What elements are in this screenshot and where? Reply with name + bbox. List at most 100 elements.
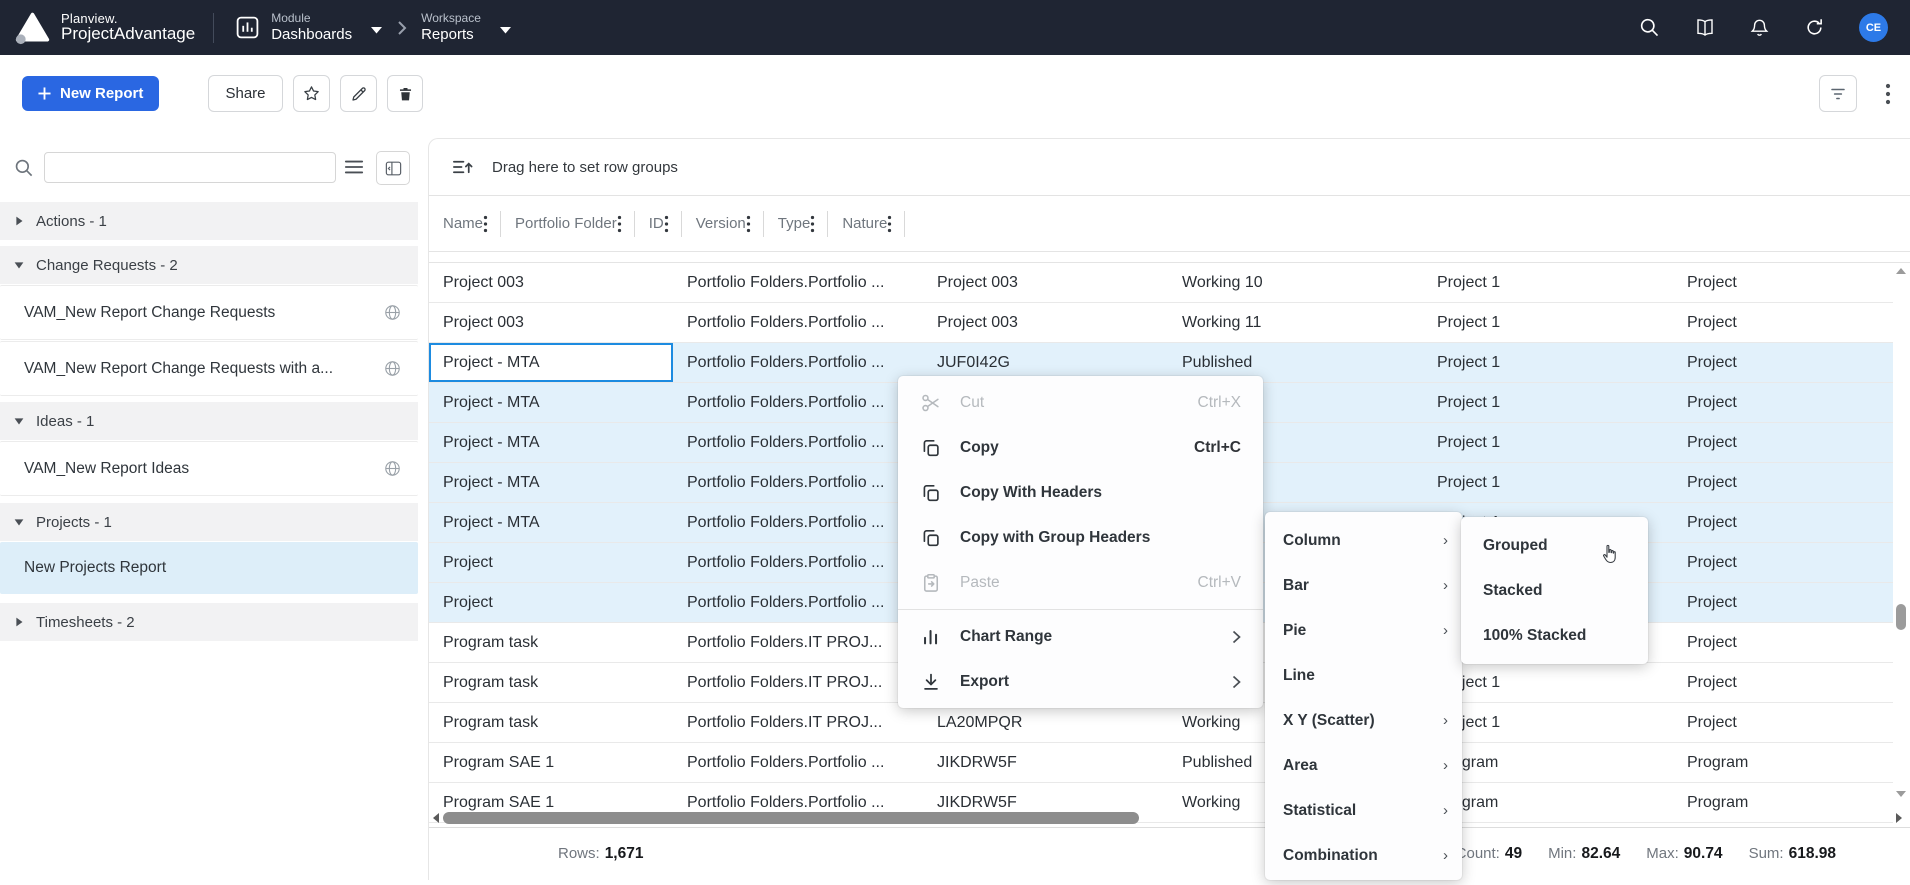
refresh-icon[interactable] [1804,17,1825,38]
chart-type-menu-item[interactable]: Pie › [1265,608,1462,653]
cell-type[interactable]: Project 1 [1423,383,1673,422]
bell-icon[interactable] [1749,17,1770,38]
column-menu-kebab-icon[interactable] [664,215,669,233]
table-row[interactable]: Program task Portfolio Folders.IT PROJ..… [429,703,1893,743]
menu-item-copy-with-headers[interactable]: Copy With Headers [898,470,1263,515]
column-menu-kebab-icon[interactable] [483,215,488,233]
cell-portfolio-folder[interactable]: Portfolio Folders.Portfolio ... [673,743,923,782]
cell-portfolio-folder[interactable]: Portfolio Folders.Portfolio ... [673,343,923,382]
cell-name[interactable]: Project - MTA [429,383,673,422]
panel-toggle-icon[interactable] [376,151,410,185]
sidebar-item-report[interactable]: VAM_New Report Ideas [0,441,418,496]
chart-type-menu-item[interactable]: Statistical › [1265,788,1462,833]
cell-id[interactable]: Project 003 [923,263,1168,302]
cell-name[interactable]: Program task [429,703,673,742]
cell-name[interactable]: Project 003 [429,303,673,342]
menu-item-chart-range[interactable]: Chart Range [898,614,1263,659]
book-icon[interactable] [1694,17,1715,38]
cell-nature[interactable]: Project [1673,343,1893,382]
cell-type[interactable]: Project 1 [1423,463,1673,502]
sidebar-item-report-selected[interactable]: New Projects Report [0,542,418,594]
chart-type-menu-item[interactable]: Area › [1265,743,1462,788]
menu-item-copy[interactable]: Copy Ctrl+C [898,425,1263,470]
cell-id[interactable]: Project 003 [923,303,1168,342]
cell-type[interactable]: Project 1 [1423,303,1673,342]
horizontal-scrollbar[interactable] [429,809,1910,827]
table-row[interactable]: Project 003 Portfolio Folders.Portfolio … [429,303,1893,343]
cell-nature[interactable]: Project [1673,423,1893,462]
cell-type[interactable]: Project 1 [1423,423,1673,462]
column-header[interactable]: Version [682,196,764,251]
cell-portfolio-folder[interactable]: Portfolio Folders.Portfolio ... [673,383,923,422]
sidebar-group-ideas[interactable]: Ideas - 1 [0,402,418,440]
scroll-up-icon[interactable] [1896,267,1906,275]
sidebar-group-actions[interactable]: Actions - 1 [0,202,418,240]
cell-nature[interactable]: Project [1673,383,1893,422]
share-button[interactable]: Share [208,75,283,112]
cell-name[interactable]: Project - MTA [429,463,673,502]
more-options-kebab[interactable] [1874,75,1902,112]
cell-name[interactable]: Program SAE 1 [429,743,673,782]
column-variant-menu-item[interactable]: Stacked [1461,568,1648,613]
cell-type[interactable]: Project 1 [1423,343,1673,382]
filter-button[interactable] [1819,75,1857,112]
cell-portfolio-folder[interactable]: Portfolio Folders.IT PROJ... [673,663,923,702]
module-switcher[interactable]: Module Dashboards [234,12,383,43]
column-menu-kebab-icon[interactable] [746,215,751,233]
cell-nature[interactable]: Project [1673,503,1893,542]
cell-nature[interactable]: Project [1673,463,1893,502]
column-variant-menu-item[interactable]: Grouped [1461,523,1648,568]
vertical-scrollbar[interactable] [1892,263,1910,827]
menu-item-export[interactable]: Export [898,659,1263,704]
new-report-button[interactable]: New Report [22,76,159,111]
cell-nature[interactable]: Project [1673,543,1893,582]
column-menu-kebab-icon[interactable] [887,215,892,233]
hscroll-thumb[interactable] [443,812,1139,824]
cell-name[interactable]: Project - MTA [429,423,673,462]
scroll-left-icon[interactable] [432,813,440,823]
cell-portfolio-folder[interactable]: Portfolio Folders.Portfolio ... [673,263,923,302]
column-header[interactable]: Nature [828,196,905,251]
cell-portfolio-folder[interactable]: Portfolio Folders.Portfolio ... [673,543,923,582]
cell-version[interactable]: Working 10 [1168,263,1423,302]
cell-portfolio-folder[interactable]: Portfolio Folders.Portfolio ... [673,423,923,462]
chevron-down-icon[interactable] [499,26,512,34]
cell-name[interactable]: Program task [429,663,673,702]
cell-name[interactable]: Project - MTA [429,503,673,542]
chart-type-menu-item[interactable]: Bar › [1265,563,1462,608]
scroll-right-icon[interactable] [1895,813,1903,823]
cell-name[interactable]: Program task [429,623,673,662]
planview-brand[interactable]: Planview. ProjectAdvantage [14,10,195,46]
cell-id[interactable]: LA20MPQR [923,703,1168,742]
cell-version[interactable]: Working 11 [1168,303,1423,342]
cell-nature[interactable]: Project [1673,303,1893,342]
row-group-dropzone[interactable]: Drag here to set row groups [429,139,1910,196]
cell-portfolio-folder[interactable]: Portfolio Folders.Portfolio ... [673,583,923,622]
sidebar-item-report[interactable]: VAM_New Report Change Requests [0,285,418,340]
cell-nature[interactable]: Project [1673,263,1893,302]
column-header[interactable]: Portfolio Folder [501,196,635,251]
chart-type-menu-item[interactable]: Column › [1265,518,1462,563]
cell-portfolio-folder[interactable]: Portfolio Folders.IT PROJ... [673,703,923,742]
cell-id[interactable]: JIKDRW5F [923,743,1168,782]
column-variant-menu-item[interactable]: 100% Stacked [1461,613,1648,658]
cell-name[interactable]: Project [429,543,673,582]
cell-portfolio-folder[interactable]: Portfolio Folders.Portfolio ... [673,503,923,542]
column-header[interactable]: ID [635,196,682,251]
sidebar-item-report[interactable]: VAM_New Report Change Requests with a... [0,341,418,396]
workspace-switcher[interactable]: Workspace Reports [421,12,512,43]
cell-nature[interactable]: Project [1673,623,1893,662]
cell-nature[interactable]: Project [1673,583,1893,622]
avatar[interactable]: CE [1859,13,1888,42]
edit-button[interactable] [340,75,377,112]
table-row[interactable]: Project 003 Portfolio Folders.Portfolio … [429,263,1893,303]
search-icon[interactable] [1639,17,1660,38]
chart-type-menu-item[interactable]: Combination › [1265,833,1462,878]
cell-portfolio-folder[interactable]: Portfolio Folders.Portfolio ... [673,303,923,342]
scroll-down-icon[interactable] [1896,790,1906,798]
search-input[interactable] [44,152,336,183]
menu-item-copy-with-group-headers[interactable]: Copy with Group Headers [898,515,1263,560]
cell-nature[interactable]: Project [1673,663,1893,702]
sidebar-group-projects[interactable]: Projects - 1 [0,503,418,541]
cell-portfolio-folder[interactable]: Portfolio Folders.Portfolio ... [673,463,923,502]
